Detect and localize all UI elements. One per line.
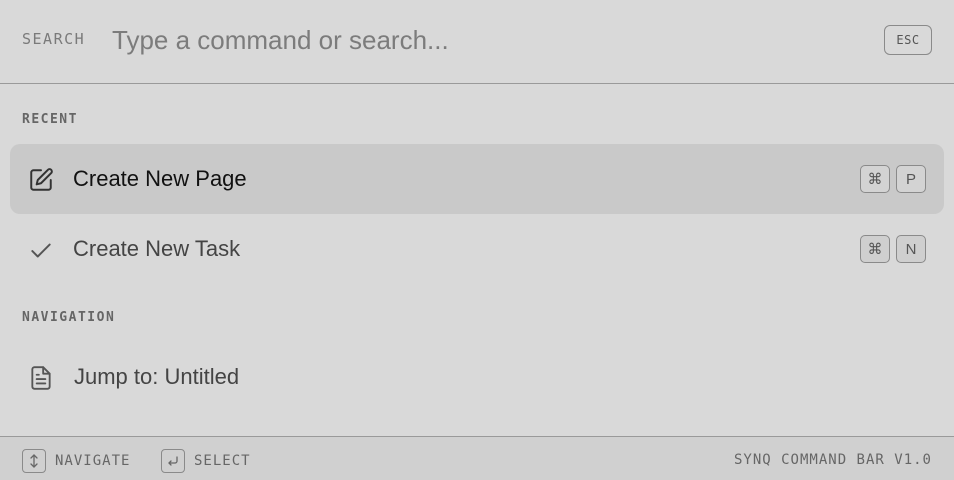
shortcut-letter-key: P: [896, 165, 926, 193]
edit-icon: [28, 167, 54, 193]
hint-navigate-label: NAVIGATE: [55, 453, 131, 469]
up-down-arrow-icon: [22, 449, 46, 473]
hint-select-label: SELECT: [194, 453, 251, 469]
command-item-create-task[interactable]: Create New Task ⌘ N: [10, 214, 944, 284]
section-label-navigation: NAVIGATION: [22, 310, 116, 325]
search-label: SEARCH: [22, 30, 86, 48]
shortcut-letter-key: N: [896, 235, 926, 263]
search-bar: SEARCH ESC: [0, 0, 954, 84]
check-icon: [28, 237, 54, 263]
command-key: ⌘: [860, 235, 890, 263]
document-icon: [28, 365, 54, 391]
command-item-create-page[interactable]: Create New Page ⌘ P: [10, 144, 944, 214]
footer-bar: NAVIGATE SELECT SYNQ COMMAND BAR V1.0: [0, 436, 954, 480]
shortcut-keys: ⌘ N: [860, 235, 926, 263]
command-item-jump-to-untitled[interactable]: Jump to: Untitled: [10, 342, 944, 412]
shortcut-keys: ⌘ P: [860, 165, 926, 193]
command-item-label: Jump to: Untitled: [74, 364, 240, 389]
enter-icon: [161, 449, 185, 473]
command-item-label: Create New Page: [73, 166, 247, 191]
command-key: ⌘: [860, 165, 890, 193]
search-input[interactable]: [112, 20, 812, 60]
version-label: SYNQ COMMAND BAR V1.0: [733, 452, 932, 468]
hint-select: SELECT: [161, 449, 251, 473]
hint-navigate: NAVIGATE: [22, 449, 130, 473]
esc-key-button[interactable]: ESC: [884, 25, 932, 55]
section-label-recent: RECENT: [22, 112, 78, 127]
command-item-label: Create New Task: [73, 236, 241, 261]
